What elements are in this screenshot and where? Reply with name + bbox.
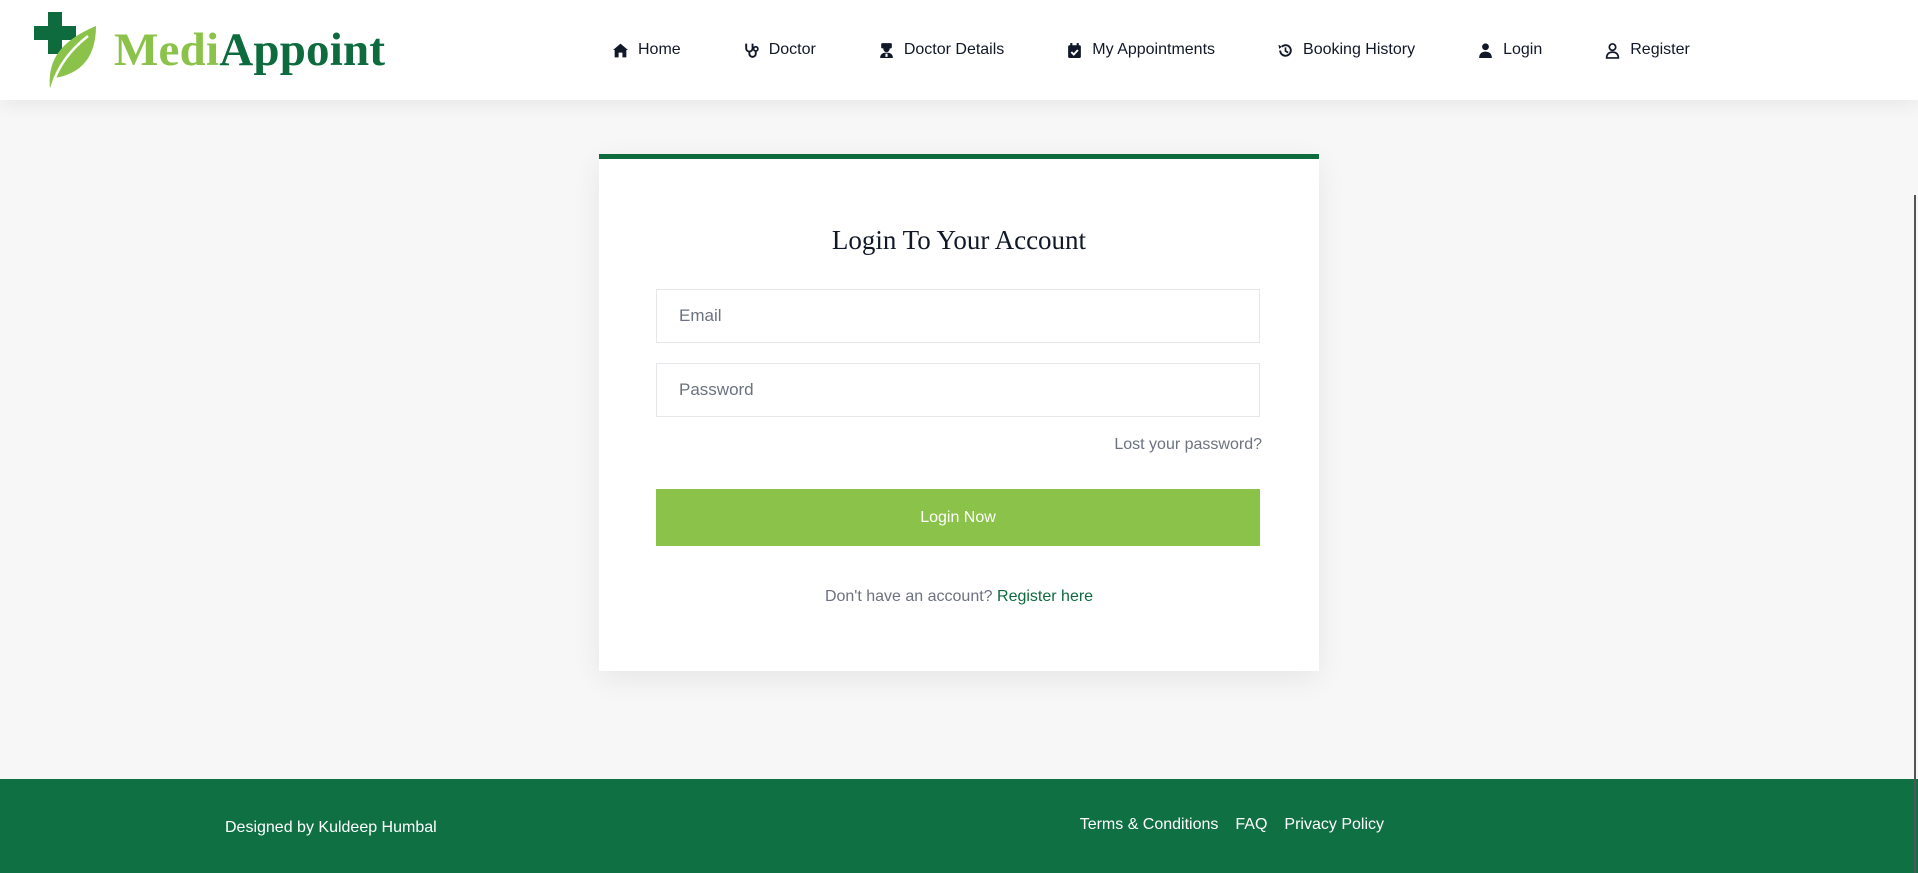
scrollbar-thumb[interactable] xyxy=(1914,195,1916,873)
stethoscope-icon xyxy=(744,43,759,58)
email-field[interactable] xyxy=(656,289,1260,343)
calendar-check-icon xyxy=(1068,42,1082,58)
no-account-text: Don't have an account? xyxy=(824,588,993,605)
login-title: Login To Your Account xyxy=(831,225,1087,255)
register-link[interactable]: Register here xyxy=(997,588,1093,605)
password-field[interactable] xyxy=(656,363,1260,417)
doctor-icon xyxy=(879,42,893,58)
nav-item-my-appointments[interactable]: My Appointments xyxy=(1066,41,1215,59)
nav-item-label: Register xyxy=(1630,41,1690,58)
footer-link-faq[interactable]: FAQ xyxy=(1235,816,1267,834)
login-card: Login To Your Account Lost your password… xyxy=(599,154,1319,671)
home-icon xyxy=(613,43,628,57)
footer-links: Terms & Conditions FAQ Privacy Policy xyxy=(1080,816,1384,834)
user-outline-icon xyxy=(1606,42,1620,59)
nav-item-label: Doctor Details xyxy=(903,41,1005,58)
brand-name-part2: Appoint xyxy=(219,23,386,76)
brand-logo[interactable]: MediAppoint xyxy=(30,10,385,90)
site-header: MediAppoint Home Doctor Doctor Details M… xyxy=(0,0,1918,100)
footer-link-terms[interactable]: Terms & Conditions xyxy=(1080,816,1219,834)
nav-item-doctor-details[interactable]: Doctor Details xyxy=(878,41,1004,59)
nav-item-login[interactable]: Login xyxy=(1477,41,1542,59)
footer-link-privacy[interactable]: Privacy Policy xyxy=(1284,816,1384,834)
login-button[interactable]: Login Now xyxy=(656,489,1260,546)
nav-item-home[interactable]: Home xyxy=(612,41,681,59)
main-nav: Home Doctor Doctor Details My Appointmen… xyxy=(612,0,1690,100)
brand-name-part1: Medi xyxy=(114,23,220,76)
brand-name: MediAppoint xyxy=(114,23,386,76)
nav-item-label: Doctor xyxy=(768,41,816,58)
history-icon xyxy=(1278,43,1292,57)
nav-item-label: My Appointments xyxy=(1092,41,1216,58)
nav-item-label: Booking History xyxy=(1303,41,1416,58)
nav-item-label: Home xyxy=(638,41,681,58)
footer-credit: Designed by Kuldeep Humbal xyxy=(225,819,437,836)
page-scrollbar[interactable] xyxy=(1912,0,1918,873)
user-solid-icon xyxy=(1479,42,1492,58)
medical-leaf-logo-icon xyxy=(30,10,100,90)
nav-item-register[interactable]: Register xyxy=(1604,41,1690,59)
register-prompt: Don't have an account? Register here xyxy=(599,588,1319,606)
nav-item-doctor[interactable]: Doctor xyxy=(743,41,816,59)
site-footer: Designed by Kuldeep Humbal Terms & Condi… xyxy=(0,779,1918,873)
nav-item-booking-history[interactable]: Booking History xyxy=(1277,41,1415,59)
nav-item-label: Login xyxy=(1503,41,1543,58)
lost-password-link[interactable]: Lost your password? xyxy=(1114,436,1262,454)
